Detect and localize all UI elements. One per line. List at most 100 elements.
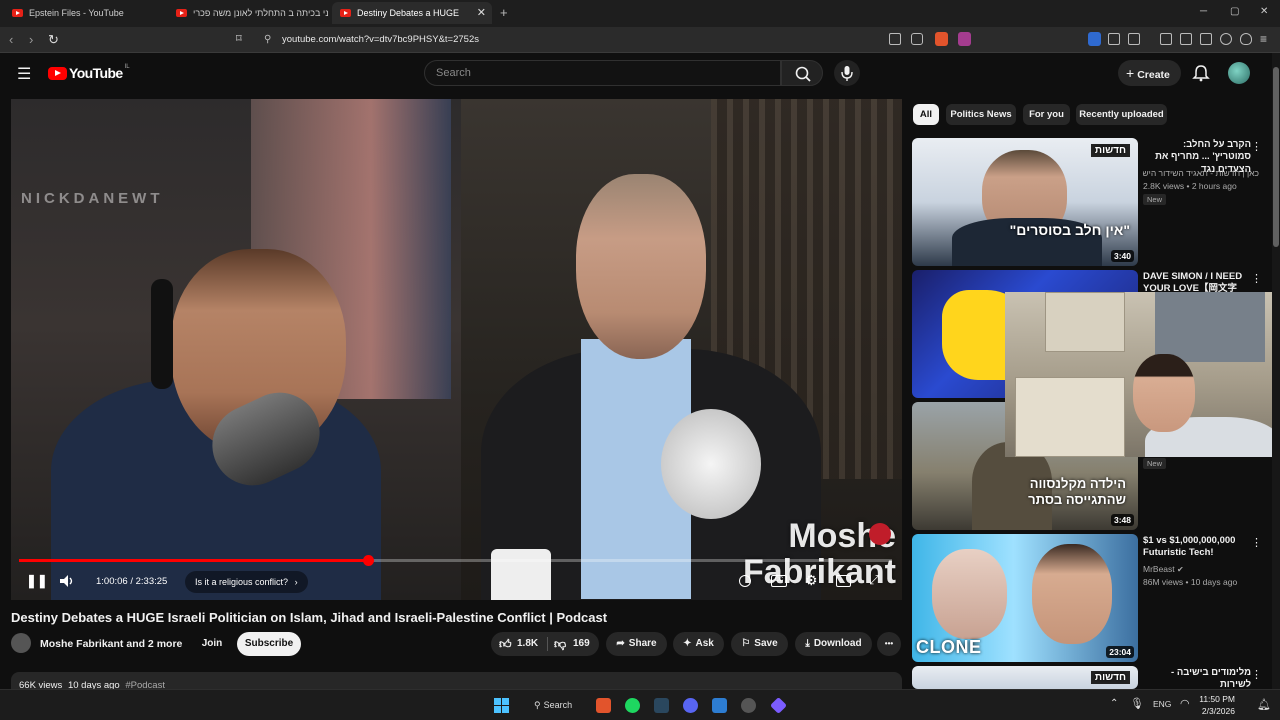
obs-icon[interactable] xyxy=(741,698,756,713)
site-settings-icon[interactable]: ⚲ xyxy=(264,30,271,50)
windows-start-icon[interactable] xyxy=(494,698,509,713)
back-icon[interactable]: ‹ xyxy=(9,32,13,47)
divider xyxy=(547,637,548,651)
bookmark-icon[interactable]: ⌑ xyxy=(236,32,242,45)
fullscreen-icon[interactable]: ⤢ xyxy=(869,572,879,588)
autoplay-toggle-icon[interactable] xyxy=(739,575,751,587)
recommendation-channel[interactable]: כאן | חדשות - תאגיד השידור הישרא... xyxy=(1143,167,1259,179)
chip-recently-uploaded[interactable]: Recently uploaded xyxy=(1076,104,1167,125)
create-button[interactable]: + Create xyxy=(1118,60,1181,86)
more-options-icon[interactable]: ⋮ xyxy=(1251,140,1262,153)
close-tab-icon[interactable]: ✕ xyxy=(477,6,486,19)
extensions-puzzle-icon[interactable] xyxy=(1108,33,1120,45)
voice-search-button[interactable] xyxy=(834,60,860,86)
recommendation-channel[interactable]: MrBeast ✔ xyxy=(1143,563,1273,576)
volume-icon[interactable] xyxy=(58,573,76,589)
cup xyxy=(491,549,551,600)
brave-shields-icon[interactable] xyxy=(935,32,948,46)
page-scrollbar[interactable] xyxy=(1272,53,1280,689)
tab-title: Destiny Debates a HUGE Israeli Politicia… xyxy=(357,8,462,18)
new-tab-button[interactable]: + xyxy=(500,5,508,20)
photos-icon[interactable] xyxy=(712,698,727,713)
download-button[interactable]: ⤓ Download xyxy=(795,632,872,656)
more-actions-button[interactable]: ••• xyxy=(877,632,901,656)
brave-rewards-icon[interactable] xyxy=(958,32,971,46)
wallet-icon[interactable] xyxy=(1200,33,1212,45)
youtube-logo[interactable]: YouTube IL xyxy=(48,64,130,81)
streamer-head xyxy=(1133,354,1195,432)
more-options-icon[interactable]: ⋮ xyxy=(1251,272,1262,285)
cast-icon[interactable] xyxy=(889,33,901,45)
notifications-bell-icon[interactable] xyxy=(1192,64,1210,82)
progress-bar[interactable] xyxy=(19,555,892,566)
account-avatar[interactable] xyxy=(1228,62,1250,84)
scrollbar-thumb[interactable] xyxy=(1273,67,1279,247)
brave-browser-icon[interactable] xyxy=(596,698,611,713)
minimize-button[interactable]: ─ xyxy=(1200,6,1207,17)
like-count[interactable]: 1.8K xyxy=(517,632,538,656)
save-button[interactable]: ⚐ Save xyxy=(731,632,788,656)
new-badge: New xyxy=(1143,194,1167,205)
join-button[interactable]: Join xyxy=(193,632,231,656)
more-options-icon[interactable]: ⋮ xyxy=(1251,668,1262,681)
verified-check-icon: ✔ xyxy=(1177,565,1184,574)
chip-all[interactable]: All xyxy=(913,104,939,125)
input-language[interactable]: ENG xyxy=(1153,699,1171,709)
subscribe-button[interactable]: Subscribe xyxy=(237,632,301,656)
channel-avatar[interactable] xyxy=(11,633,31,653)
dislike-count[interactable]: 169 xyxy=(573,632,590,656)
captions-icon[interactable]: CC xyxy=(771,575,787,587)
webcam-overlay xyxy=(1005,292,1280,457)
forward-icon[interactable]: › xyxy=(29,32,33,47)
video-player[interactable]: NICKDANEWT Moshe Fabrikant ❚❚ 1:00:06 / … xyxy=(11,99,902,600)
pop-filter xyxy=(661,409,761,519)
recommendation-title[interactable]: מלימודים בישיבה - לשירות xyxy=(1143,667,1251,692)
vpn-icon[interactable] xyxy=(1240,33,1252,45)
browser-tab-strip: Epstein Files - YouTube אני בכיתה ב התחל… xyxy=(0,0,1280,27)
close-window-button[interactable]: ✕ xyxy=(1260,6,1268,17)
taskbar-search[interactable]: ⚲ Search xyxy=(522,695,582,716)
address-input[interactable]: ⚲ youtube.com/watch?v=dtv7bc9PHSY&t=2752… xyxy=(256,30,876,50)
share-button[interactable]: ➦ Share xyxy=(606,632,667,656)
tray-overflow-icon[interactable]: ⌃ xyxy=(1110,698,1118,709)
search-button[interactable] xyxy=(781,60,823,86)
pause-icon[interactable]: ❚❚ xyxy=(26,573,48,589)
more-options-icon[interactable]: ⋮ xyxy=(1251,536,1262,549)
channel-name[interactable]: Moshe Fabrikant and 2 more xyxy=(40,638,182,650)
thumbs-up-icon[interactable]: 👍︎ xyxy=(499,632,512,656)
tab-destiny-debates[interactable]: Destiny Debates a HUGE Israeli Politicia… xyxy=(332,2,492,24)
tab-hebrew-video[interactable]: אני בכיתה ב התחלתי לאונן משה פכרי xyxy=(168,2,328,24)
menu-icon[interactable]: ≡ xyxy=(1260,32,1267,46)
hamburger-menu-icon[interactable]: ☰ xyxy=(17,64,31,84)
tray-mic-icon[interactable]: 🎙︎ xyxy=(1130,697,1144,710)
clock[interactable]: 11:50 PM 2/3/2026 xyxy=(1191,693,1235,717)
recommendation-thumbnail[interactable]: CLONE 23:04 xyxy=(912,534,1138,662)
reload-icon[interactable]: ↻ xyxy=(48,32,59,48)
reader-icon[interactable] xyxy=(1128,33,1140,45)
restore-button[interactable]: ▢ xyxy=(1230,6,1239,17)
chapter-button[interactable]: Is it a religious conflict? › xyxy=(185,571,308,593)
theater-mode-icon[interactable] xyxy=(836,575,851,587)
steam-icon[interactable] xyxy=(654,698,669,713)
time-display: 1:00:06 / 2:33:25 xyxy=(96,576,167,587)
wifi-icon[interactable]: ◠ xyxy=(1180,697,1190,710)
recommendation-thumbnail[interactable]: חדשות "אין חלב בסוסרים" 3:40 xyxy=(912,138,1138,266)
chip-politics-news[interactable]: Politics News xyxy=(946,104,1016,125)
sidebar-icon[interactable] xyxy=(1180,33,1192,45)
ask-button[interactable]: ✦ Ask xyxy=(673,632,724,656)
notification-center-icon[interactable]: 🔔︎ xyxy=(1257,698,1271,711)
settings-gear-icon[interactable]: ⚙ xyxy=(805,572,818,589)
thumbs-down-icon[interactable]: 👎︎ xyxy=(554,632,566,656)
search-input[interactable]: Search xyxy=(424,60,781,86)
leo-ai-icon[interactable] xyxy=(1220,33,1232,45)
share-page-icon[interactable] xyxy=(911,33,923,45)
extension-icon[interactable] xyxy=(1088,32,1101,46)
media-icon[interactable] xyxy=(1160,33,1172,45)
chip-for-you[interactable]: For you xyxy=(1023,104,1070,125)
discord-icon[interactable] xyxy=(683,698,698,713)
recommendation-thumbnail[interactable]: חדשות xyxy=(912,666,1138,689)
recommendation-title[interactable]: $1 vs $1,000,000,000 Futuristic Tech! xyxy=(1143,535,1251,560)
tab-epstein-files[interactable]: Epstein Files - YouTube xyxy=(4,2,164,24)
app-icon[interactable] xyxy=(770,697,787,714)
spotify-icon[interactable] xyxy=(625,698,640,713)
